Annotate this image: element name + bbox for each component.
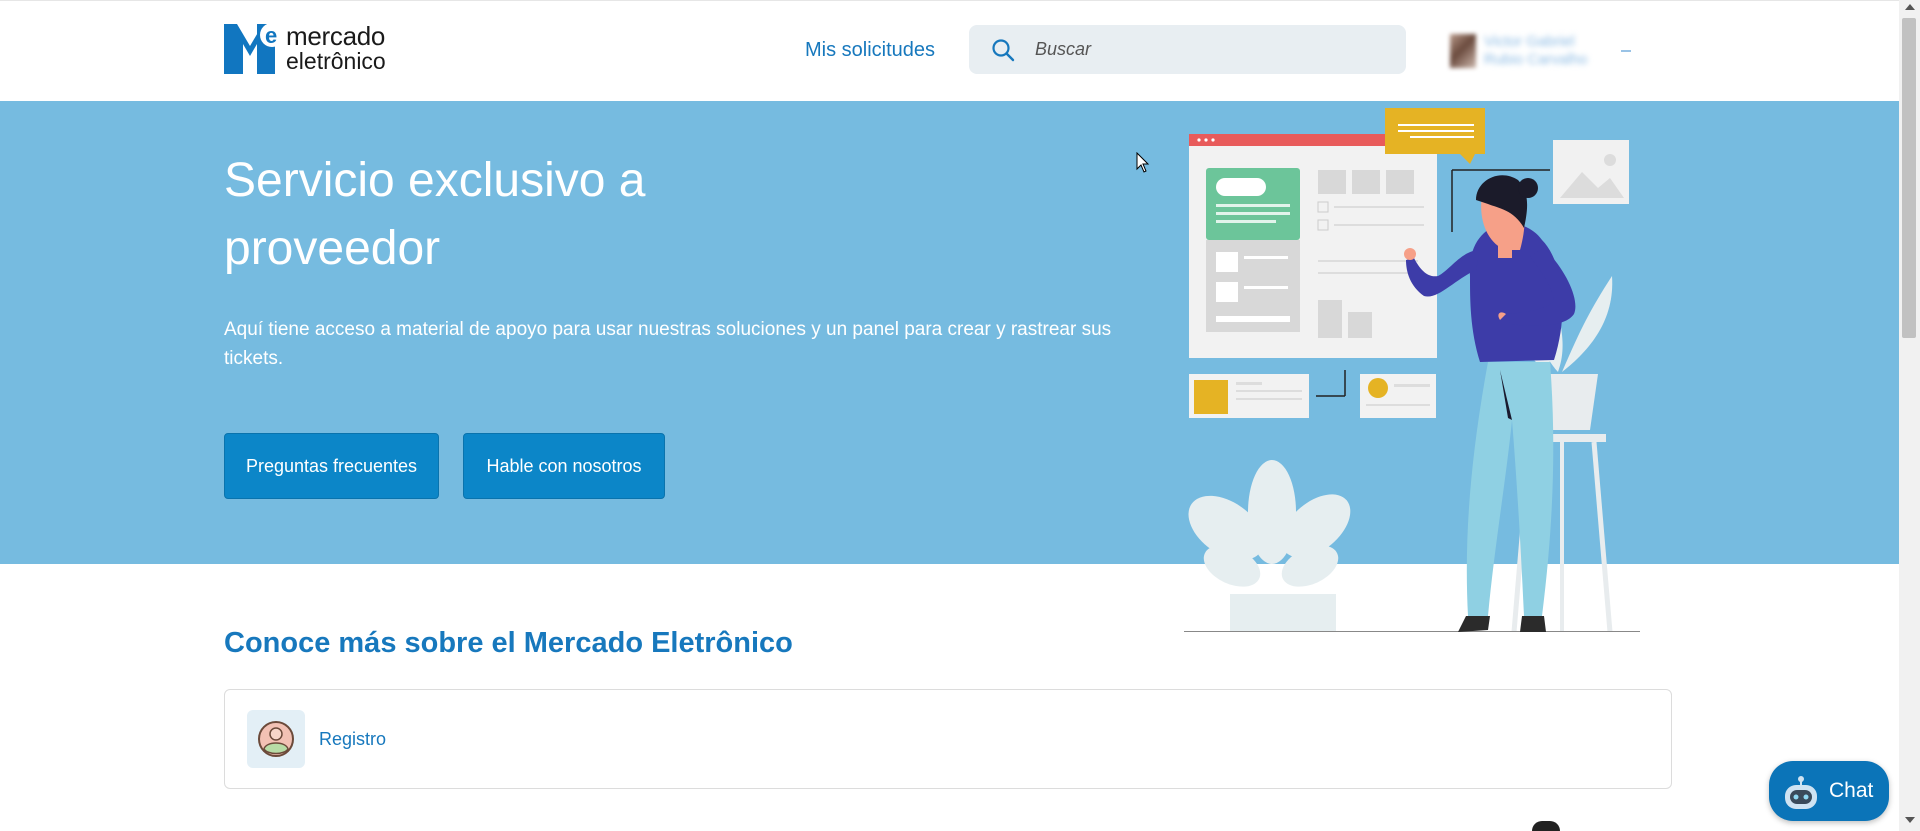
hero-title: Servicio exclusivo a proveedor	[224, 154, 646, 275]
partial-graphic	[1532, 821, 1560, 831]
scroll-up-arrow-icon[interactable]	[1905, 4, 1915, 10]
section-title: Conoce más sobre el Mercado Eletrônico	[224, 627, 793, 659]
user-register-icon	[247, 710, 305, 768]
hero-description: Aquí tiene acceso a material de apoyo pa…	[224, 319, 1112, 369]
user-name-line-2: Rubio Carvalho	[1484, 51, 1588, 68]
card-label-registro[interactable]: Registro	[319, 729, 386, 750]
user-menu-caret-icon[interactable]	[1621, 50, 1632, 52]
contact-us-button[interactable]: Hable con nosotros	[463, 433, 665, 499]
user-name-line-1: Victor Gabriel	[1484, 33, 1575, 50]
user-menu[interactable]: Victor Gabriel Rubio Carvalho	[1450, 33, 1632, 69]
scroll-down-arrow-icon[interactable]	[1905, 817, 1915, 823]
registro-card[interactable]: Registro	[224, 689, 1672, 789]
chat-label: Chat	[1829, 779, 1874, 802]
small-cards-graphic	[1189, 370, 1436, 418]
search-box[interactable]	[969, 25, 1406, 74]
browser-window-graphic	[1189, 134, 1437, 358]
search-input[interactable]	[1033, 38, 1367, 61]
faq-button[interactable]: Preguntas frecuentes	[224, 433, 439, 499]
logo-line-2: eletrônico	[286, 48, 386, 74]
svg-text:e: e	[265, 23, 277, 48]
site-header: e mercado eletrônico Mis solicitudes Vic…	[0, 0, 1899, 102]
page: e mercado eletrônico Mis solicitudes Vic…	[0, 0, 1899, 831]
logo-line-1: mercado	[286, 21, 386, 51]
nav-my-requests-link[interactable]: Mis solicitudes	[805, 39, 935, 62]
logo-text: mercado eletrônico	[286, 23, 386, 73]
floor-plant-graphic	[1184, 460, 1640, 632]
hero-illustration	[1184, 108, 1640, 632]
scrollbar-thumb[interactable]	[1902, 18, 1916, 338]
mouse-cursor-icon	[1136, 152, 1150, 173]
chatbot-icon	[1785, 776, 1817, 809]
avatar	[1450, 34, 1476, 68]
me-logo-icon: e	[224, 23, 284, 74]
search-icon	[992, 38, 1015, 61]
chat-button[interactable]: Chat	[1769, 761, 1889, 821]
mercado-eletronico-logo[interactable]: e mercado eletrônico	[224, 22, 386, 74]
user-name: Victor Gabriel Rubio Carvalho	[1484, 33, 1587, 69]
